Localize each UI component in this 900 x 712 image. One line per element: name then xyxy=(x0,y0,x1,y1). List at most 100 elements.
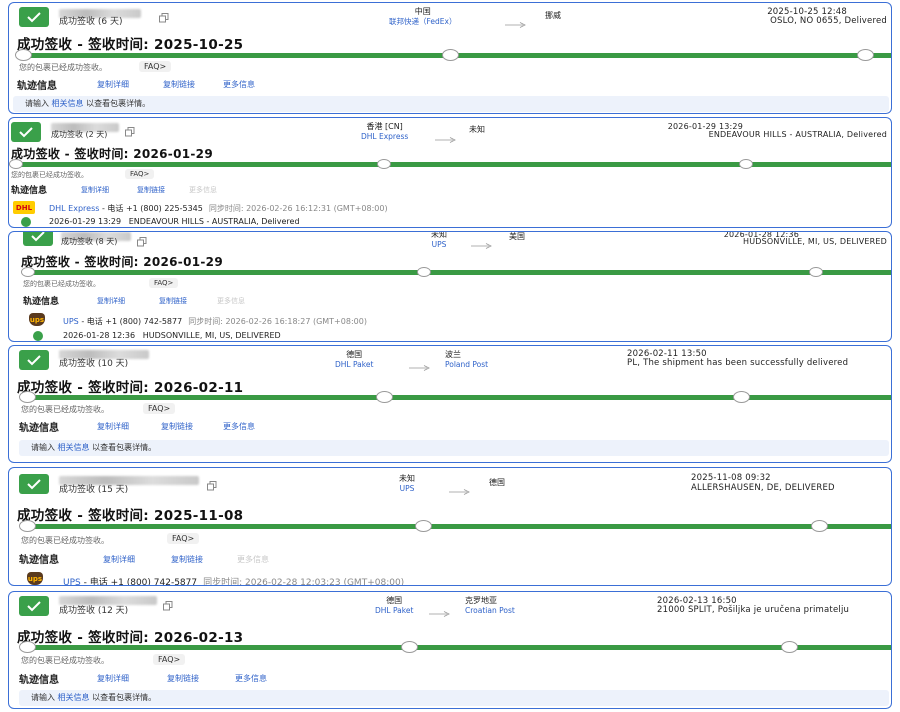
progress-node xyxy=(19,520,36,532)
more-info-link[interactable]: 更多信息 xyxy=(235,673,267,684)
copy-icon[interactable] xyxy=(207,476,217,491)
hint-prefix: 请输入 xyxy=(25,99,49,108)
dhl-logo-icon: DHL xyxy=(13,201,35,214)
sync-time: 同步时间: 2026-02-26 16:18:27 (GMT+08:00) xyxy=(188,317,367,326)
carrier-name[interactable]: UPS xyxy=(63,317,79,326)
carrier-contact: UPS - 电话 +1 (800) 742-5877 同步时间: 2026-02-… xyxy=(63,575,405,586)
delivered-subtext: 您的包裹已经成功签收。 xyxy=(21,656,109,665)
route-origin: 香港 [CN] DHL Express xyxy=(361,122,408,142)
progress-node xyxy=(781,641,798,653)
dest-country: 德国 xyxy=(489,478,505,487)
copy-icon[interactable] xyxy=(163,596,173,611)
copy-icon[interactable] xyxy=(137,232,147,247)
hint-related-link[interactable]: 相关信息 xyxy=(58,443,90,452)
copy-icon[interactable] xyxy=(159,8,169,23)
progress-node xyxy=(809,267,823,277)
route-arrow-icon xyxy=(429,602,451,617)
carrier-contact: UPS - 电话 +1 (800) 742-5877 同步时间: 2026-02-… xyxy=(63,316,367,327)
hint-related-link[interactable]: 相关信息 xyxy=(58,693,90,702)
progress-node xyxy=(415,520,432,532)
route-arrow-icon xyxy=(505,13,527,28)
faq-button[interactable]: FAQ> xyxy=(125,169,155,179)
status-days: 成功签收 (2 天) xyxy=(51,130,108,139)
sync-time: 同步时间: 2026-02-28 12:03:23 (GMT+08:00) xyxy=(203,578,405,586)
progress-node xyxy=(401,641,418,653)
carrier-phone: - 电话 +1 (800) 742-5877 xyxy=(83,578,198,586)
progress-node xyxy=(19,641,36,653)
copy-details-link[interactable]: 复制详细 xyxy=(97,296,125,306)
more-info-link[interactable]: 更多信息 xyxy=(223,421,255,432)
progress-track xyxy=(19,641,891,653)
carrier-name[interactable]: UPS xyxy=(63,578,81,585)
latest-event-location: ENDEAVOUR HILLS - AUSTRALIA, Delivered xyxy=(708,130,887,139)
carrier-name[interactable]: DHL Express xyxy=(49,204,99,213)
more-info-link[interactable]: 更多信息 xyxy=(237,554,269,565)
more-info-link[interactable]: 更多信息 xyxy=(217,296,245,306)
event-row: 2026-01-28 12:36 HUDSONVILLE, MI, US, DE… xyxy=(63,331,281,340)
faq-button[interactable]: FAQ> xyxy=(139,61,172,72)
more-info-link[interactable]: 更多信息 xyxy=(223,79,255,90)
copy-link-link[interactable]: 复制链接 xyxy=(161,421,193,432)
origin-country: 中国 xyxy=(414,7,431,16)
status-days: 成功签收 (6 天) xyxy=(59,17,123,27)
faq-button[interactable]: FAQ> xyxy=(167,533,200,544)
route-origin: 中国 联邦快递（FedEx） xyxy=(389,7,456,27)
progress-track xyxy=(21,267,891,277)
dest-country: 美国 xyxy=(509,232,525,241)
hint-suffix: 以查看包裹详情。 xyxy=(92,443,157,452)
faq-button[interactable]: FAQ> xyxy=(149,278,179,288)
shipment-card: 成功签收 (10 天) 德国 DHL Paket 波兰 Poland Post 20… xyxy=(8,345,892,463)
carrier-logo-text: DHL xyxy=(15,203,33,212)
carrier-phone: - 电话 +1 (800) 225-5345 xyxy=(101,204,203,213)
ups-logo-icon: ups xyxy=(27,572,43,585)
delivered-headline: 成功签收 - 签收时间: 2026-02-11 xyxy=(17,380,244,396)
carrier-phone: - 电话 +1 (800) 742-5877 xyxy=(81,317,183,326)
more-info-link[interactable]: 更多信息 xyxy=(189,185,217,195)
track-info-label: 轨迹信息 xyxy=(19,423,59,434)
faq-button[interactable]: FAQ> xyxy=(153,654,186,665)
progress-node xyxy=(19,391,36,403)
copy-link-link[interactable]: 复制链接 xyxy=(167,673,199,684)
latest-event-time: 2025-11-08 09:32 xyxy=(691,473,771,483)
copy-link-link[interactable]: 复制链接 xyxy=(159,296,187,306)
dest-country: 未知 xyxy=(469,125,485,134)
progress-node xyxy=(377,159,391,169)
copy-link-link[interactable]: 复制链接 xyxy=(163,79,195,90)
track-info-label: 轨迹信息 xyxy=(23,297,60,307)
origin-country: 未知 xyxy=(431,231,447,239)
progress-track xyxy=(19,391,891,403)
carrier-contact: DHL Express - 电话 +1 (800) 225-5345 同步时间: … xyxy=(49,203,388,214)
delivered-subtext: 您的包裹已经成功签收。 xyxy=(23,280,100,288)
origin-carrier: UPS xyxy=(399,484,415,493)
delivered-check-icon xyxy=(19,350,49,370)
copy-details-link[interactable]: 复制详细 xyxy=(97,79,129,90)
track-info-label: 轨迹信息 xyxy=(19,555,59,566)
copy-details-link[interactable]: 复制详细 xyxy=(97,421,129,432)
event-check-icon xyxy=(33,331,43,341)
copy-icon[interactable] xyxy=(125,122,135,137)
copy-details-link[interactable]: 复制详细 xyxy=(103,554,135,565)
faq-button[interactable]: FAQ> xyxy=(143,403,176,414)
shipment-card: 成功签收 (6 天) 中国 联邦快递（FedEx） 挪威 2025-10-25 1… xyxy=(8,2,892,114)
copy-link-link[interactable]: 复制链接 xyxy=(171,554,203,565)
copy-link-link[interactable]: 复制链接 xyxy=(137,185,165,195)
delivered-subtext: 您的包裹已经成功签收。 xyxy=(21,405,109,414)
hint-bar: 请输入 相关信息 以查看包裹详情。 xyxy=(13,96,889,112)
carrier-logo-text: ups xyxy=(29,315,45,324)
copy-details-link[interactable]: 复制详细 xyxy=(81,185,109,195)
delivered-headline: 成功签收 - 签收时间: 2025-10-25 xyxy=(17,37,244,53)
hint-bar: 请输入 相关信息 以查看包裹详情。 xyxy=(19,690,889,706)
progress-node xyxy=(811,520,828,532)
event-time: 2026-01-28 12:36 xyxy=(63,331,136,340)
latest-event-location: HUDSONVILLE, MI, US, DELIVERED xyxy=(743,237,887,246)
status-days: 成功签收 (8 天) xyxy=(61,237,118,246)
latest-event-location: OSLO, NO 0655, Delivered xyxy=(770,16,887,26)
hint-bar: 请输入 相关信息 以查看包裹详情。 xyxy=(19,440,889,456)
delivered-headline: 成功签收 - 签收时间: 2026-01-29 xyxy=(11,147,213,161)
progress-track xyxy=(9,159,891,169)
hint-related-link[interactable]: 相关信息 xyxy=(52,99,84,108)
route-origin: 德国 DHL Paket xyxy=(375,596,413,616)
progress-track xyxy=(19,520,891,532)
track-info-label: 轨迹信息 xyxy=(19,675,59,686)
copy-details-link[interactable]: 复制详细 xyxy=(97,673,129,684)
